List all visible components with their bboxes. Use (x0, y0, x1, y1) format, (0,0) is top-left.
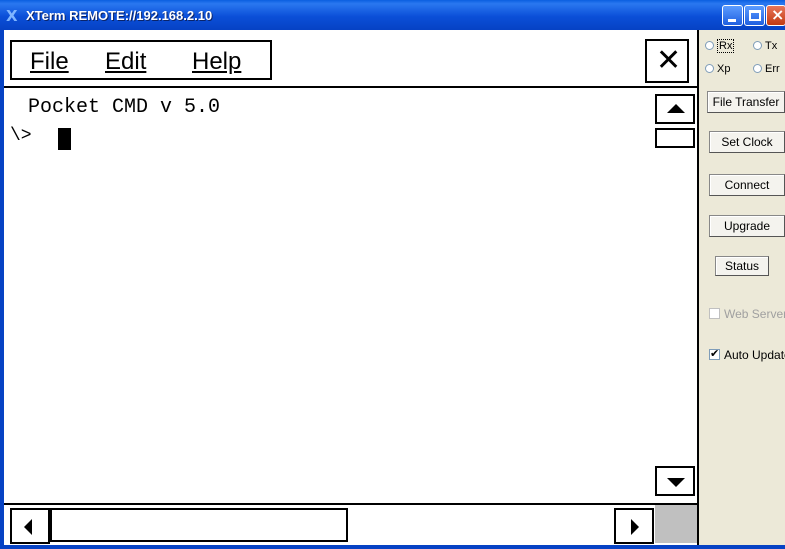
close-icon: × (771, 5, 785, 24)
control-panel: Rx Tx Xp Err File Transfer Set Clock Con… (701, 30, 785, 545)
console-line: Pocket CMD v 5.0 (28, 96, 221, 119)
radio-icon (753, 64, 762, 73)
auto-update-label: Auto Update (724, 348, 785, 362)
vertical-scroll-thumb[interactable] (655, 128, 695, 148)
maximize-button[interactable] (744, 5, 765, 26)
radio-xp[interactable]: Xp (705, 63, 730, 75)
minimize-button[interactable] (722, 5, 743, 26)
radio-icon (705, 64, 714, 73)
close-icon: ✕ (656, 43, 682, 78)
upgrade-button[interactable]: Upgrade (709, 215, 785, 237)
window-title: XTerm REMOTE://192.168.2.10 (26, 8, 213, 23)
scroll-right-button[interactable] (614, 508, 654, 544)
web-server-checkbox[interactable]: Web Server (709, 307, 785, 321)
file-transfer-button[interactable]: File Transfer (707, 91, 785, 113)
menu-help[interactable]: Help (192, 48, 241, 76)
window-frame-bottom (0, 545, 785, 549)
status-button[interactable]: Status (715, 256, 769, 276)
scroll-left-button[interactable] (10, 508, 50, 544)
radio-err-label: Err (765, 63, 780, 75)
minimize-icon (728, 19, 736, 22)
console-prompt: \> (10, 126, 32, 146)
checkbox-icon (709, 308, 720, 319)
radio-tx-label: Tx (765, 40, 778, 52)
radio-rx-label: Rx (717, 39, 735, 53)
close-window-button[interactable]: × (766, 5, 785, 26)
arrow-right-icon (631, 519, 639, 535)
radio-icon (753, 41, 762, 50)
menu-help-label: Help (192, 48, 242, 75)
remote-close-button[interactable]: ✕ (645, 39, 689, 83)
arrow-left-icon (24, 519, 32, 535)
scrollbar-corner (655, 505, 697, 543)
scroll-up-button[interactable] (655, 94, 695, 124)
horizontal-scroll-thumb[interactable] (50, 508, 348, 542)
menu-bar: File Edit Help (10, 40, 272, 80)
scroll-down-button[interactable] (655, 466, 695, 496)
radio-tx[interactable]: Tx (753, 40, 777, 52)
arrow-up-icon (667, 104, 685, 113)
auto-update-checkbox[interactable]: Auto Update (709, 347, 785, 362)
maximize-icon (749, 10, 761, 21)
radio-icon (705, 41, 714, 50)
radio-err[interactable]: Err (753, 63, 780, 75)
x-icon: X (6, 7, 18, 25)
web-server-label: Web Server (724, 307, 785, 321)
menu-edit[interactable]: Edit (105, 48, 146, 76)
text-cursor (58, 128, 71, 150)
title-bar[interactable]: X XTerm REMOTE://192.168.2.10 × (0, 0, 785, 30)
menu-divider (4, 86, 697, 88)
arrow-down-icon (667, 478, 685, 487)
radio-xp-label: Xp (717, 63, 731, 75)
set-clock-button[interactable]: Set Clock (709, 131, 785, 153)
remote-screen[interactable]: File Edit Help ✕ Pocket CMD v 5.0 \> (4, 30, 699, 545)
menu-file[interactable]: File (30, 48, 69, 76)
menu-edit-label: Edit (105, 48, 147, 75)
scrollbar-divider (4, 503, 697, 505)
menu-file-label: File (30, 48, 69, 75)
checkbox-checked-icon (709, 347, 720, 360)
radio-rx[interactable]: Rx (705, 39, 735, 53)
connect-button[interactable]: Connect (709, 174, 785, 196)
